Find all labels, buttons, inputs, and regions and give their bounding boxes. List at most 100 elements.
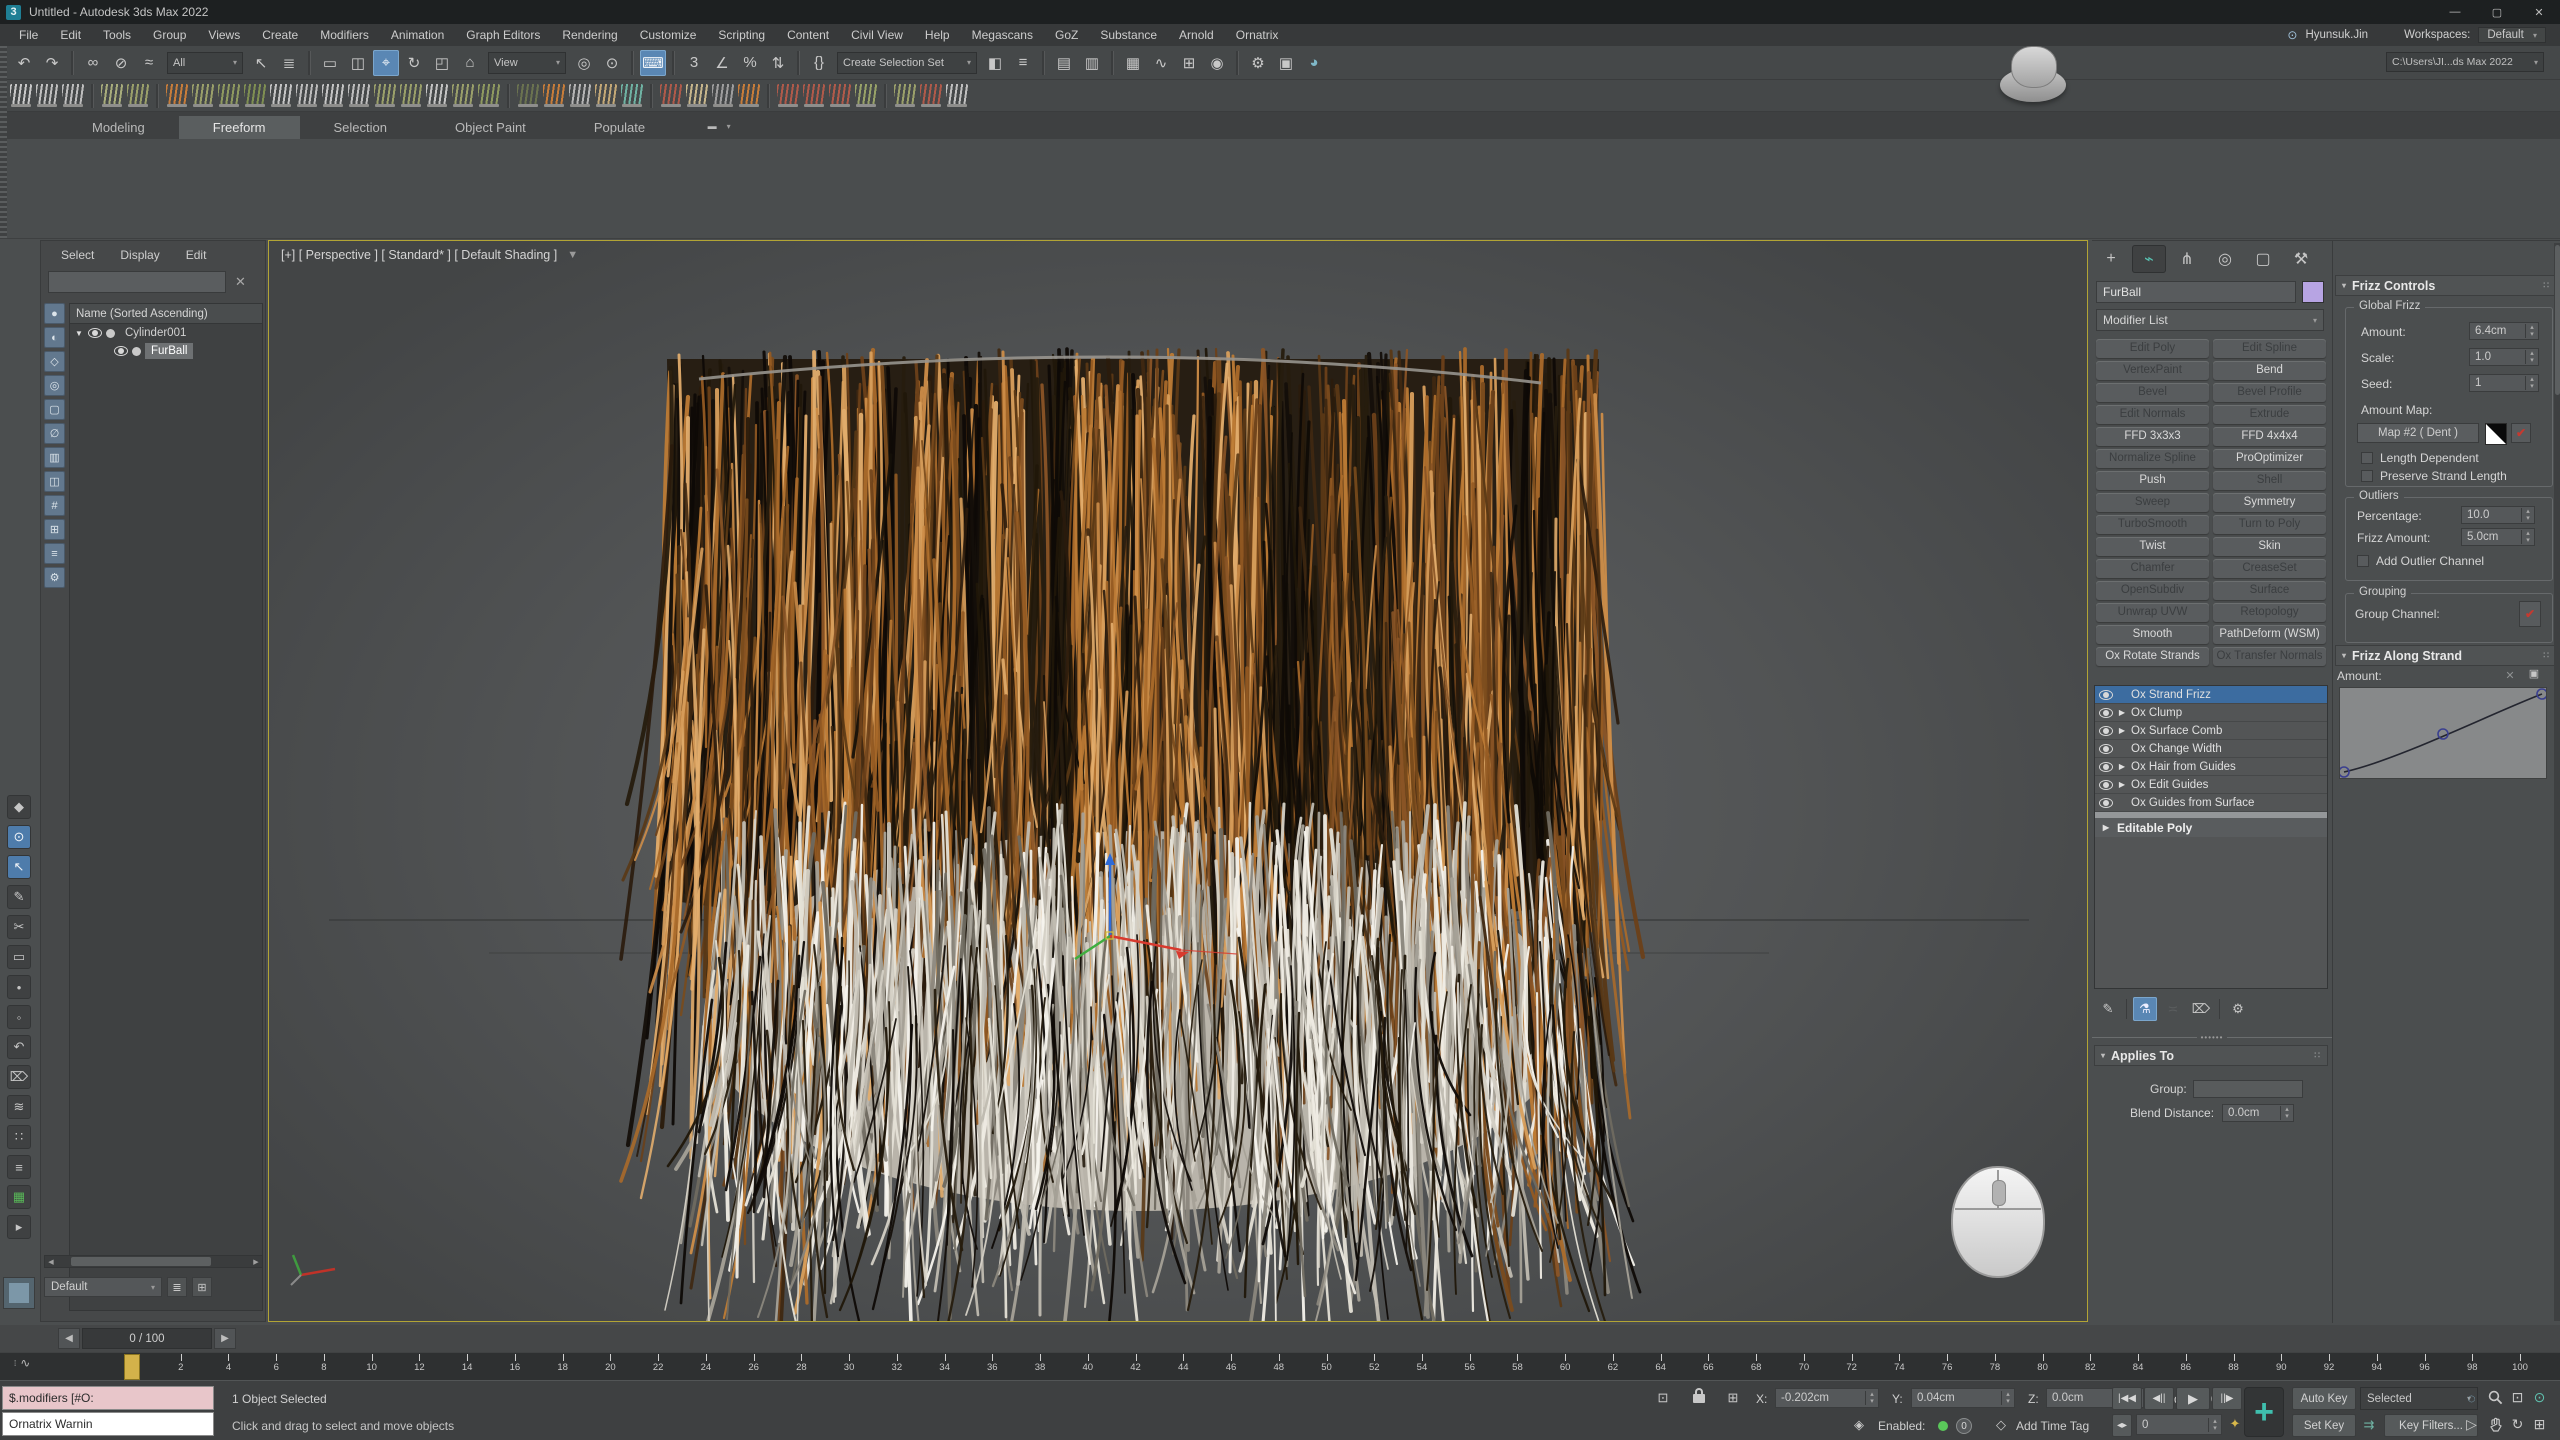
menu-rendering[interactable]: Rendering bbox=[551, 24, 628, 46]
explorer-menu-select[interactable]: Select bbox=[61, 248, 94, 262]
menu-views[interactable]: Views bbox=[197, 24, 251, 46]
menu-goz[interactable]: GoZ bbox=[1044, 24, 1089, 46]
menu-arnold[interactable]: Arnold bbox=[1168, 24, 1225, 46]
layer-explorer-toggle-icon[interactable]: ▥ bbox=[1079, 50, 1105, 76]
modifier-label[interactable]: Ox Surface Comb bbox=[2131, 725, 2222, 737]
select-and-place-icon[interactable]: ⌂ bbox=[457, 50, 483, 76]
stack-expander-icon[interactable]: ▶ bbox=[2117, 726, 2127, 735]
amount-curve-editor[interactable] bbox=[2339, 687, 2547, 779]
menu-content[interactable]: Content bbox=[776, 24, 840, 46]
menu-modifiers[interactable]: Modifiers bbox=[309, 24, 380, 46]
keyboard-shortcut-override-icon[interactable]: ⌨ bbox=[640, 50, 666, 76]
ox-toolbar-button-3[interactable] bbox=[62, 84, 84, 107]
map-swatch-icon[interactable] bbox=[2485, 423, 2507, 445]
object-color-swatch[interactable] bbox=[2302, 281, 2324, 303]
modifier-eye-icon[interactable] bbox=[2099, 726, 2113, 736]
remove-modifier-icon[interactable]: ⌦ bbox=[2189, 997, 2213, 1021]
visibility-eye-icon[interactable] bbox=[114, 346, 128, 356]
show-end-result-icon[interactable]: ⚗ bbox=[2133, 997, 2157, 1021]
ribbon-toggle-icon[interactable]: ▦ bbox=[1120, 50, 1146, 76]
ox-toolbar-button-32[interactable] bbox=[894, 84, 916, 107]
explorer-filter-icon-6[interactable]: ∅ bbox=[44, 423, 65, 444]
stack-item-ox-clump[interactable]: ▶Ox Clump bbox=[2095, 704, 2327, 722]
pin-stack-icon[interactable]: ✎ bbox=[2096, 997, 2120, 1021]
ox-toolbar-button-22[interactable] bbox=[595, 84, 617, 107]
x-coordinate-spinner[interactable]: -0.202cm▴▾ bbox=[1775, 1388, 1879, 1408]
color-swatch-icon[interactable]: ▦ bbox=[7, 1185, 31, 1209]
explorer-filter-icon-11[interactable]: ≡ bbox=[44, 543, 65, 564]
group-field[interactable] bbox=[2193, 1080, 2303, 1098]
rendered-frame-window-icon[interactable]: ▣ bbox=[1273, 50, 1299, 76]
ox-toolbar-button-7[interactable] bbox=[192, 84, 214, 107]
menu-substance[interactable]: Substance bbox=[1089, 24, 1168, 46]
explorer-filter-icon-1[interactable]: ● bbox=[44, 303, 65, 324]
current-frame-field[interactable]: 0▴▾ bbox=[2136, 1414, 2222, 1435]
ox-toolbar-button-30[interactable] bbox=[829, 84, 851, 107]
explorer-filter-icon-5[interactable]: ▢ bbox=[44, 399, 65, 420]
maximize-button[interactable]: ▢ bbox=[2476, 0, 2518, 24]
modifier-label[interactable]: Ox Change Width bbox=[2131, 743, 2222, 755]
spinner-snap-icon[interactable]: ⇅ bbox=[765, 50, 791, 76]
previous-frame-button[interactable]: ◀ bbox=[58, 1328, 80, 1349]
rectangular-selection-region-icon[interactable]: ▭ bbox=[317, 50, 343, 76]
base-object-label[interactable]: Editable Poly bbox=[2117, 821, 2192, 835]
explorer-filter-icon-12[interactable]: ⚙ bbox=[44, 567, 65, 588]
key-mode-icon[interactable]: ✦ bbox=[2224, 1413, 2246, 1435]
delete-tool-icon[interactable]: ⌦ bbox=[7, 1065, 31, 1089]
key-step-toggle[interactable]: ◂▸ bbox=[2112, 1414, 2132, 1437]
project-folder-dropdown[interactable]: C:\Users\JI...ds Max 2022▾ bbox=[2386, 52, 2544, 72]
stack-item-ox-hair-from-guides[interactable]: ▶Ox Hair from Guides bbox=[2095, 758, 2327, 776]
scene-node-cylinder001[interactable]: ▼Cylinder001 bbox=[70, 324, 262, 342]
ox-toolbar-button-24[interactable] bbox=[660, 84, 682, 107]
menu-group[interactable]: Group bbox=[142, 24, 197, 46]
signed-in-user[interactable]: Hyunsuk.Jin bbox=[2305, 29, 2368, 41]
add-time-tag[interactable]: Add Time Tag bbox=[2016, 1419, 2089, 1433]
curve-window-icon[interactable]: ▣ bbox=[2525, 665, 2543, 681]
select-and-rotate-icon[interactable]: ↻ bbox=[401, 50, 427, 76]
stack-item-ox-edit-guides[interactable]: ▶Ox Edit Guides bbox=[2095, 776, 2327, 794]
modify-tab[interactable]: ⌁ bbox=[2132, 245, 2166, 273]
preserve-strand-length-checkbox[interactable] bbox=[2361, 470, 2373, 482]
play-button[interactable]: ▶ bbox=[2176, 1387, 2210, 1410]
modifier-button-symmetry[interactable]: Symmetry bbox=[2213, 493, 2326, 512]
adaptive-degradation-icon[interactable]: ◈ bbox=[1848, 1414, 1870, 1436]
expander-icon[interactable]: ▼ bbox=[74, 329, 84, 338]
explorer-filter-icon-3[interactable]: ◇ bbox=[44, 351, 65, 372]
select-and-scale-icon[interactable]: ◰ bbox=[429, 50, 455, 76]
map-enable-icon[interactable]: ✔ bbox=[2511, 423, 2531, 443]
auto-key-button[interactable]: Auto Key bbox=[2292, 1387, 2356, 1410]
scene-explorer-hscrollbar[interactable]: ◀ ▶ bbox=[44, 1255, 263, 1268]
menu-file[interactable]: File bbox=[8, 24, 49, 46]
field-of-view-icon[interactable]: ▷ bbox=[2460, 1413, 2483, 1436]
expand-icon[interactable]: ▸ bbox=[7, 1215, 31, 1239]
modifier-label[interactable]: Ox Edit Guides bbox=[2131, 779, 2208, 791]
modifier-button-ox-rotate-strands[interactable]: Ox Rotate Strands bbox=[2096, 647, 2209, 666]
minimize-button[interactable]: — bbox=[2434, 0, 2476, 24]
blend-distance-spinner[interactable]: 0.0cm ▴▾ bbox=[2222, 1104, 2294, 1122]
undo-tool-icon[interactable]: ↶ bbox=[7, 1035, 31, 1059]
maxscript-listener-white[interactable]: Ornatrix Warnin bbox=[2, 1412, 214, 1436]
menu-ornatrix[interactable]: Ornatrix bbox=[1225, 24, 1290, 46]
snap-toggle-3d-icon[interactable]: 3 bbox=[681, 50, 707, 76]
braid-tool-icon[interactable]: ≋ bbox=[7, 1095, 31, 1119]
mirror-icon[interactable]: ◧ bbox=[982, 50, 1008, 76]
orbit-icon[interactable]: ↻ bbox=[2506, 1413, 2529, 1436]
explorer-menu-display[interactable]: Display bbox=[120, 248, 159, 262]
stack-item-ox-surface-comb[interactable]: ▶ Ox Surface Comb bbox=[2095, 722, 2327, 740]
align-icon[interactable]: ≡ bbox=[1010, 50, 1036, 76]
previous-key-button[interactable]: ◀|| bbox=[2144, 1387, 2174, 1410]
redo-icon[interactable]: ↷ bbox=[39, 50, 65, 76]
close-button[interactable]: ✕ bbox=[2518, 0, 2560, 24]
ribbon-display-toggle[interactable]: ▬▾ bbox=[699, 116, 739, 136]
ox-toolbar-button-34[interactable] bbox=[946, 84, 968, 107]
menu-graph-editors[interactable]: Graph Editors bbox=[455, 24, 551, 46]
render-icon[interactable]: ◕ bbox=[1301, 50, 1327, 76]
utilities-tab[interactable]: ⚒ bbox=[2284, 245, 2318, 273]
menu-help[interactable]: Help bbox=[914, 24, 961, 46]
next-key-button[interactable]: ||▶ bbox=[2212, 1387, 2242, 1410]
explorer-settings-icon[interactable]: ≣ bbox=[167, 1277, 187, 1297]
explorer-filter-icon-8[interactable]: ◫ bbox=[44, 471, 65, 492]
absolute-mode-icon[interactable]: ⊞ bbox=[1722, 1387, 1744, 1409]
ox-toolbar-button-6[interactable] bbox=[166, 84, 188, 107]
modifier-label[interactable]: Ox Hair from Guides bbox=[2131, 761, 2236, 773]
